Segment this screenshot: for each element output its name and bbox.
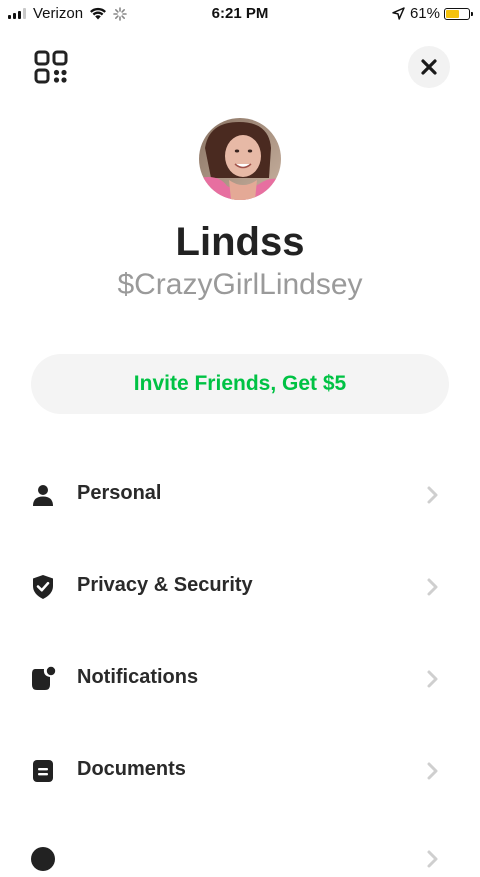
battery-icon xyxy=(444,7,473,20)
close-icon xyxy=(421,59,437,75)
location-arrow-icon xyxy=(392,7,405,20)
menu-item-personal[interactable]: Personal xyxy=(0,464,480,524)
status-bar-right: 61% xyxy=(392,5,473,22)
menu-item-label: Documents xyxy=(77,758,186,780)
document-icon xyxy=(33,760,53,782)
close-button[interactable] xyxy=(408,46,450,88)
battery-percent: 61% xyxy=(409,5,440,22)
notification-icon xyxy=(32,666,56,690)
shield-check-icon xyxy=(33,575,53,599)
menu-item-label: Personal xyxy=(77,482,162,504)
chevron-right-icon xyxy=(427,850,438,868)
status-bar: Verizon 6:21 PM 61% xyxy=(0,0,480,28)
invite-friends-button[interactable]: Invite Friends, Get $5 xyxy=(31,354,449,414)
qr-code-icon xyxy=(34,50,68,84)
battery-fill xyxy=(446,9,459,18)
next-menu-item-icon[interactable] xyxy=(30,846,56,872)
menu-item-documents[interactable]: Documents xyxy=(0,740,480,800)
chevron-right-icon xyxy=(427,578,438,596)
profile-cashtag: $CrazyGirlLindsey xyxy=(117,268,363,301)
chevron-right-icon xyxy=(427,670,438,688)
chevron-right-icon xyxy=(427,762,438,780)
qr-code-button[interactable] xyxy=(34,50,68,84)
menu-item-privacy-security[interactable]: Privacy & Security xyxy=(0,556,480,616)
avatar[interactable] xyxy=(199,118,281,200)
chevron-right-icon xyxy=(427,486,438,504)
person-icon xyxy=(33,485,53,506)
menu-item-notifications[interactable]: Notifications xyxy=(0,648,480,708)
menu-item-label: Notifications xyxy=(77,666,199,688)
profile-photo xyxy=(199,118,281,200)
profile-name: Lindss xyxy=(175,220,305,264)
menu-item-label: Privacy & Security xyxy=(77,574,253,596)
